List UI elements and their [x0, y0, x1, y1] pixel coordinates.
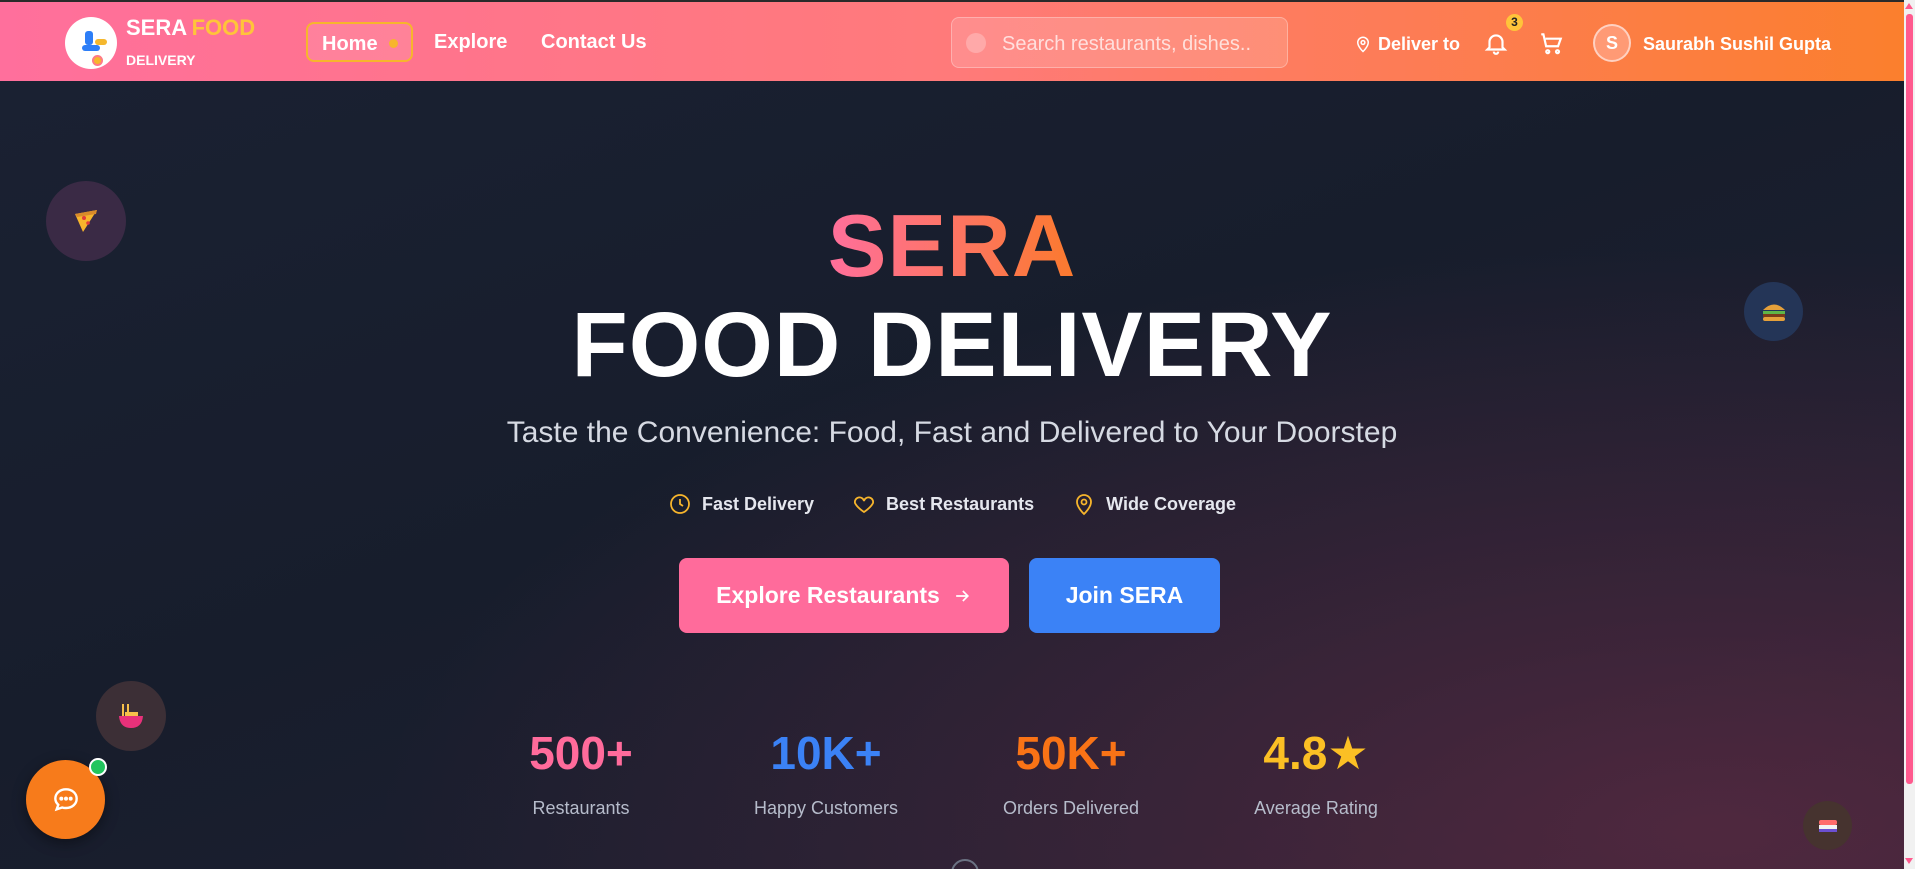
- heart-icon: [854, 496, 875, 514]
- scroll-up-arrow-icon[interactable]: [1905, 3, 1913, 9]
- deliver-to-label: Deliver to: [1378, 33, 1461, 54]
- nav-home-label: Home: [322, 33, 378, 55]
- stat-label: Average Rating: [1254, 798, 1378, 818]
- scrollbar-thumb[interactable]: [1906, 14, 1913, 784]
- stat-customers: 10K+ Happy Customers: [716, 730, 936, 819]
- brand-logo-icon[interactable]: [65, 17, 117, 69]
- brand-name[interactable]: SERA FOOD: [126, 17, 255, 39]
- stat-value: 500+: [529, 727, 633, 779]
- stat-label: Happy Customers: [753, 798, 899, 818]
- chat-icon: [53, 787, 78, 811]
- hero-subtitle: Taste the Convenience: Food, Fast and De…: [506, 416, 1398, 449]
- cart-icon[interactable]: [1538, 30, 1564, 56]
- notification-badge: 3: [1506, 14, 1523, 31]
- feature-label: Fast Delivery: [701, 493, 815, 514]
- bell-icon[interactable]: [1483, 30, 1509, 56]
- feature-label: Wide Coverage: [1106, 493, 1236, 514]
- arrow-right-icon: [956, 589, 969, 602]
- stat-value: 10K+: [770, 727, 882, 779]
- stat-value: 4.8★: [1263, 727, 1369, 779]
- noodles-icon: [96, 681, 166, 751]
- stat-restaurants: 500+ Restaurants: [471, 730, 691, 819]
- sushi-icon: [1803, 801, 1852, 850]
- feature-label: Best Restaurants: [886, 493, 1035, 514]
- explore-restaurants-label: Explore Restaurants: [716, 582, 940, 608]
- brand-name-food: FOOD: [191, 15, 256, 40]
- online-status-dot: [89, 758, 107, 776]
- active-indicator-dot: [389, 39, 398, 48]
- feature-best-restaurants: Best Restaurants: [852, 492, 1034, 516]
- hero-title-sera: SERA: [827, 196, 1077, 295]
- stat-label: Restaurants: [532, 798, 630, 818]
- brand-subtitle: DELIVERY: [126, 52, 196, 68]
- nav-explore-link[interactable]: Explore: [434, 31, 507, 54]
- search-input[interactable]: [1002, 30, 1277, 58]
- stat-rating: 4.8★ Average Rating: [1206, 730, 1426, 819]
- stat-value: 50K+: [1015, 727, 1127, 779]
- search-box[interactable]: [951, 17, 1288, 68]
- feature-fast-delivery: Fast Delivery: [668, 492, 814, 516]
- stat-label: Orders Delivered: [1002, 798, 1140, 818]
- map-pin-icon: [1356, 36, 1370, 53]
- hero-title-main: FOOD DELIVERY: [571, 294, 1333, 396]
- brand-name-sera: SERA: [126, 15, 188, 40]
- top-navbar: SERA FOOD DELIVERY Home Explore Contact …: [0, 0, 1904, 81]
- join-sera-button[interactable]: Join SERA: [1029, 558, 1220, 633]
- search-icon: [966, 33, 986, 53]
- nav-contact-link[interactable]: Contact Us: [541, 31, 647, 54]
- stat-orders: 50K+ Orders Delivered: [961, 730, 1181, 819]
- user-avatar[interactable]: S: [1593, 24, 1631, 62]
- scroll-down-arrow-icon[interactable]: [1905, 858, 1913, 864]
- feature-wide-coverage: Wide Coverage: [1072, 492, 1236, 516]
- feature-list: Fast Delivery Best Restaurants Wide Cove…: [0, 492, 1904, 516]
- hero-section: SERA FOOD DELIVERY Taste the Convenience…: [0, 81, 1904, 869]
- user-name[interactable]: Saurabh Sushil Gupta: [1643, 34, 1831, 55]
- deliver-to-button[interactable]: Deliver to: [1354, 32, 1460, 56]
- nav-home-link[interactable]: Home: [306, 22, 413, 62]
- map-pin-icon: [1076, 494, 1093, 516]
- clock-icon: [670, 494, 690, 514]
- explore-restaurants-button[interactable]: Explore Restaurants: [679, 558, 1009, 633]
